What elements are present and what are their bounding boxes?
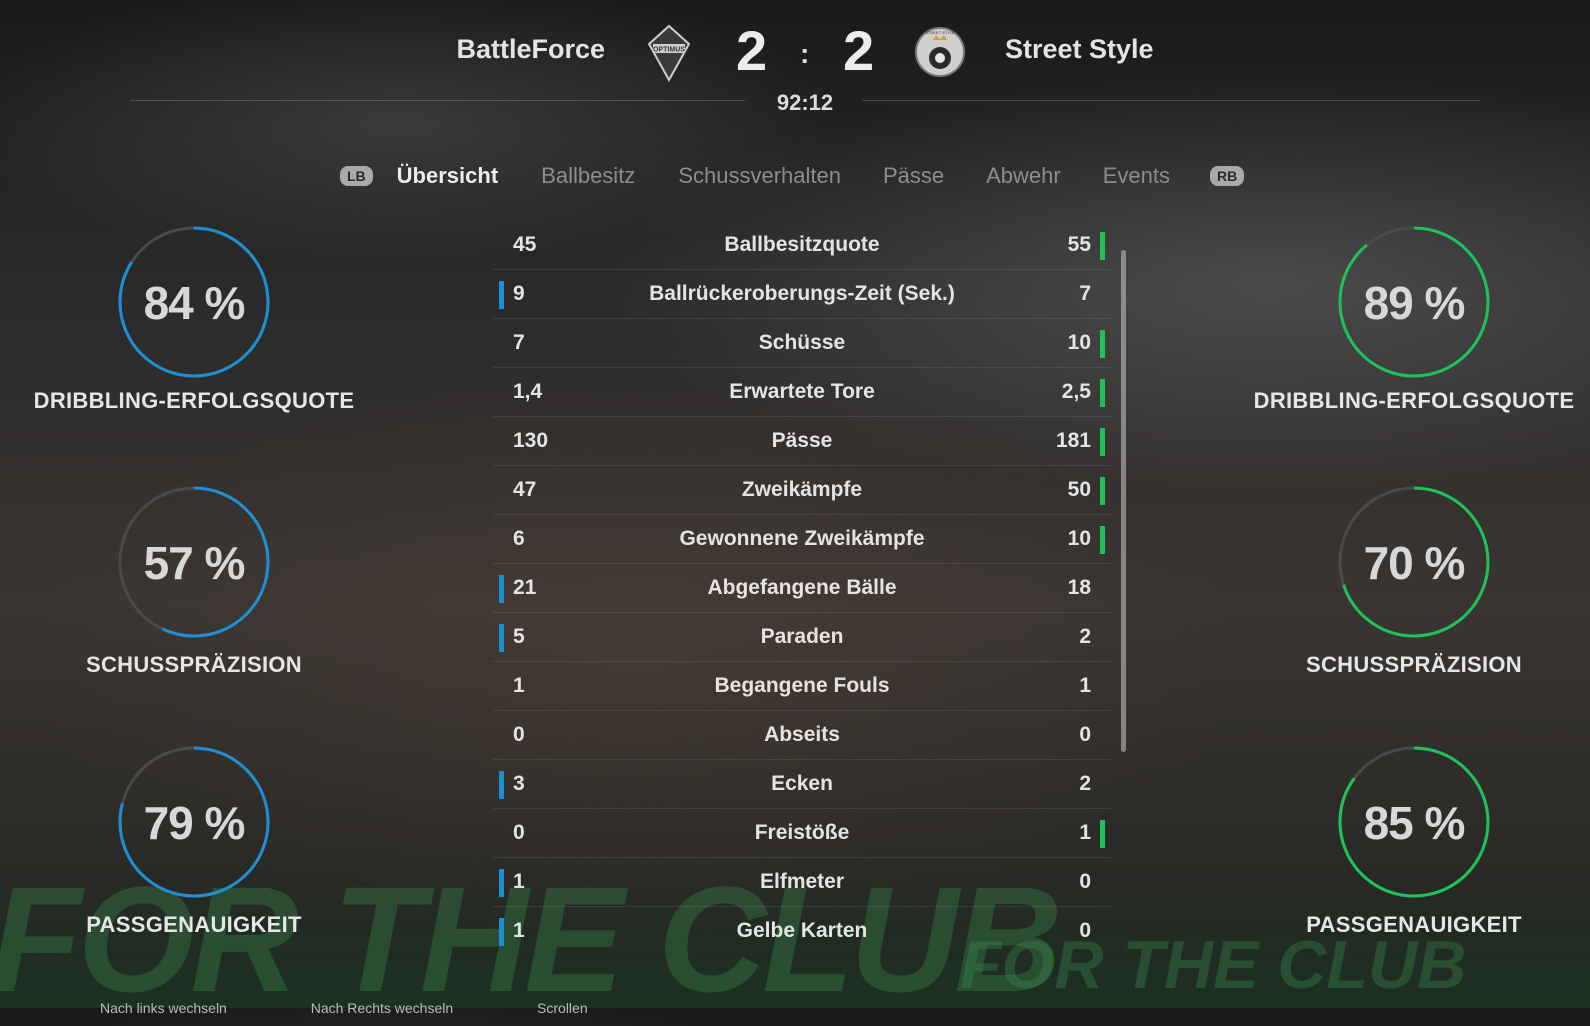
stat-name: Elfmeter [759,870,845,893]
score-separator: : [800,38,810,69]
stat-row: 1 Gelbe Karten 0 [493,907,1111,955]
header-divider-right [862,100,1480,101]
hint-right: Nach Rechts wechseln [310,1000,454,1014]
home-score: 2 [736,19,768,82]
stat-away-value: 0 [1079,919,1091,942]
away-lead-bar [1100,820,1105,848]
stat-name: Gewonnene Zweikämpfe [679,527,925,550]
tab-schussverhalten[interactable]: Schussverhalten [678,163,841,189]
away-gauge-label: PASSGENAUIGKEIT [1306,912,1522,937]
stat-row: 9 Ballrückeroberungs-Zeit (Sek.) 7 [493,270,1111,319]
away-score: 2 [843,19,875,82]
stat-name: Abgefangene Bälle [707,576,897,599]
stat-away-value: 0 [1079,723,1091,746]
stat-row: 3 Ecken 2 [493,760,1111,809]
home-gauge-value: 57 % [143,537,246,589]
stat-row: 130 Pässe 181 [493,417,1111,466]
away-lead-bar [1100,330,1105,358]
stat-name: Ballrückeroberungs-Zeit (Sek.) [649,282,955,305]
home-gauge-dribbling: 84 % [116,224,272,380]
away-lead-bar [1100,379,1105,407]
stat-away-value: 50 [1067,478,1091,501]
tab-abwehr[interactable]: Abwehr [986,163,1061,189]
stat-away-value: 7 [1079,282,1091,305]
home-gauge-value: 84 % [143,277,246,329]
home-gauge-shooting: 57 % [116,484,272,640]
away-gauge-dribbling: 89 % [1336,224,1492,380]
hint-scroll: Scrollen [537,1000,588,1014]
stat-name: Paraden [760,625,844,648]
away-gauge-shooting: 70 % [1336,484,1492,640]
away-crest-text: STREET STYLE [925,30,955,35]
away-lead-bar [1100,232,1105,260]
home-gauge-label: PASSGENAUIGKEIT [86,912,302,937]
away-gauge-value: 85 % [1363,797,1466,849]
home-crest-text: OPTIMUS [653,47,685,54]
away-gauge-label: SCHUSSPRÄZISION [1306,652,1522,677]
stat-away-value: 55 [1067,233,1091,256]
stat-row: 6 Gewonnene Zweikämpfe 10 [493,515,1111,564]
stats-table: 45 Ballbesitzquote 55 9 Ballrückeroberungs-Z… [493,221,1111,955]
stat-name: Ballbesitzquote [724,233,880,256]
away-team-crest-icon: STREET STYLE [914,26,966,78]
away-lead-bar [1100,428,1105,456]
tab-events[interactable]: Events [1103,163,1170,189]
tab-paesse[interactable]: Pässe [883,163,944,189]
stat-away-value: 2 [1079,625,1091,648]
away-gauge-passing: 85 % [1336,744,1492,900]
stat-name: Zweikämpfe [741,478,863,501]
home-team-name: BattleForce [456,34,605,64]
tab-uebersicht[interactable]: Übersicht [397,163,498,189]
stats-tab-bar: LB Übersicht Ballbesitz Schussverhalten … [340,158,1245,194]
stat-away-value: 10 [1067,331,1091,354]
away-gauge-label: DRIBBLING-ERFOLGSQUOTE [1253,388,1575,413]
controller-hints: Nach links wechseln Nach Rechts wechseln… [0,1000,860,1014]
match-clock: 92:12 [776,90,834,115]
home-gauge-passing: 79 % [116,744,272,900]
rb-bumper-hint[interactable]: RB [1209,166,1245,186]
stat-away-value: 2 [1079,772,1091,795]
stat-name: Abseits [764,723,840,746]
away-lead-bar [1100,477,1105,505]
stat-row: 0 Freistöße 1 [493,809,1111,858]
home-gauge-label: DRIBBLING-ERFOLGSQUOTE [33,388,355,413]
home-gauge-value: 79 % [143,797,246,849]
stat-away-value: 0 [1079,870,1091,893]
stat-name: Ecken [771,772,833,795]
stats-scrollbar[interactable] [1121,250,1126,752]
stat-name: Schüsse [758,331,846,354]
stat-row: 0 Abseits 0 [493,711,1111,760]
stat-name: Pässe [771,429,833,452]
away-gauge-value: 70 % [1363,537,1466,589]
stat-name: Freistöße [754,821,850,844]
stat-away-value: 2,5 [1061,380,1091,403]
home-team-crest-icon: OPTIMUS [646,24,692,83]
stat-name: Gelbe Karten [736,919,868,942]
hint-left: Nach links wechseln [100,1000,227,1014]
away-gauge-value: 89 % [1363,277,1466,329]
away-lead-bar [1100,526,1105,554]
stat-row: 47 Zweikämpfe 50 [493,466,1111,515]
tab-ballbesitz[interactable]: Ballbesitz [541,163,635,189]
stat-row: 1,4 Erwartete Tore 2,5 [493,368,1111,417]
stat-away-value: 1 [1079,674,1091,697]
stat-away-value: 10 [1067,527,1091,550]
stat-row: 1 Begangene Fouls 1 [493,662,1111,711]
stat-row: 1 Elfmeter 0 [493,858,1111,907]
stat-row: 7 Schüsse 10 [493,319,1111,368]
lb-bumper-hint[interactable]: LB [340,166,373,186]
stat-name: Begangene Fouls [714,674,890,697]
home-gauge-label: SCHUSSPRÄZISION [86,652,302,677]
stat-name: Erwartete Tore [729,380,875,403]
stat-away-value: 18 [1067,576,1091,599]
stat-away-value: 1 [1079,821,1091,844]
stat-row: 5 Paraden 2 [493,613,1111,662]
header-divider-left [130,100,745,101]
stat-away-value: 181 [1055,429,1091,452]
stat-row: 21 Abgefangene Bälle 18 [493,564,1111,613]
away-team-name: Street Style [1005,34,1154,64]
stat-row: 45 Ballbesitzquote 55 [493,221,1111,270]
